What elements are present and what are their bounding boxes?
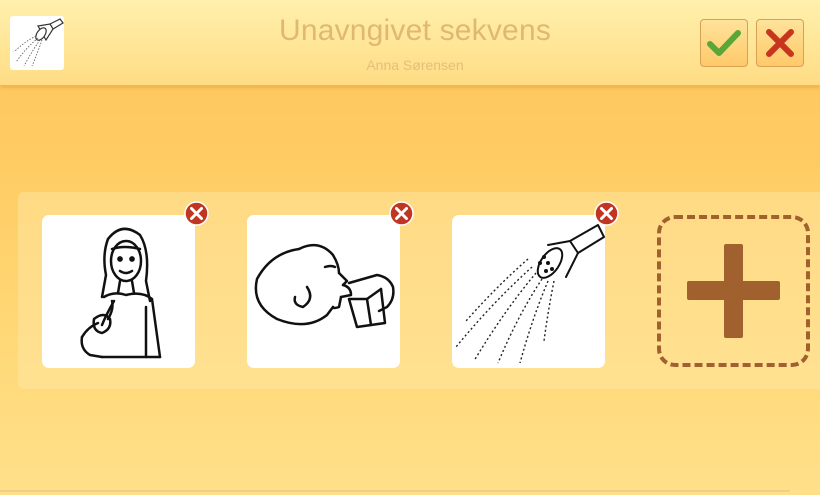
remove-step-2-button[interactable] xyxy=(389,201,414,226)
top-bar: Unavngivet sekvens Anna Sørensen xyxy=(0,0,820,86)
checkmark-icon xyxy=(707,30,741,56)
step-card-3[interactable] xyxy=(452,215,605,368)
remove-step-3-button[interactable] xyxy=(594,201,619,226)
page-title: Unavngivet sekvens xyxy=(278,14,552,47)
step-card-2[interactable] xyxy=(247,215,400,368)
close-icon xyxy=(766,29,794,57)
plus-icon xyxy=(687,244,780,338)
boy-drinking-icon xyxy=(254,243,395,329)
bottom-divider xyxy=(0,490,790,492)
confirm-button[interactable] xyxy=(700,19,748,67)
add-step-button[interactable] xyxy=(657,215,810,367)
step-card-1[interactable] xyxy=(42,215,195,368)
page-subtitle: Anna Sørensen xyxy=(366,57,464,73)
shower-head-icon xyxy=(455,224,605,364)
remove-step-1-button[interactable] xyxy=(184,201,209,226)
cancel-button[interactable] xyxy=(756,19,804,67)
girl-pointing-icon xyxy=(80,227,162,359)
